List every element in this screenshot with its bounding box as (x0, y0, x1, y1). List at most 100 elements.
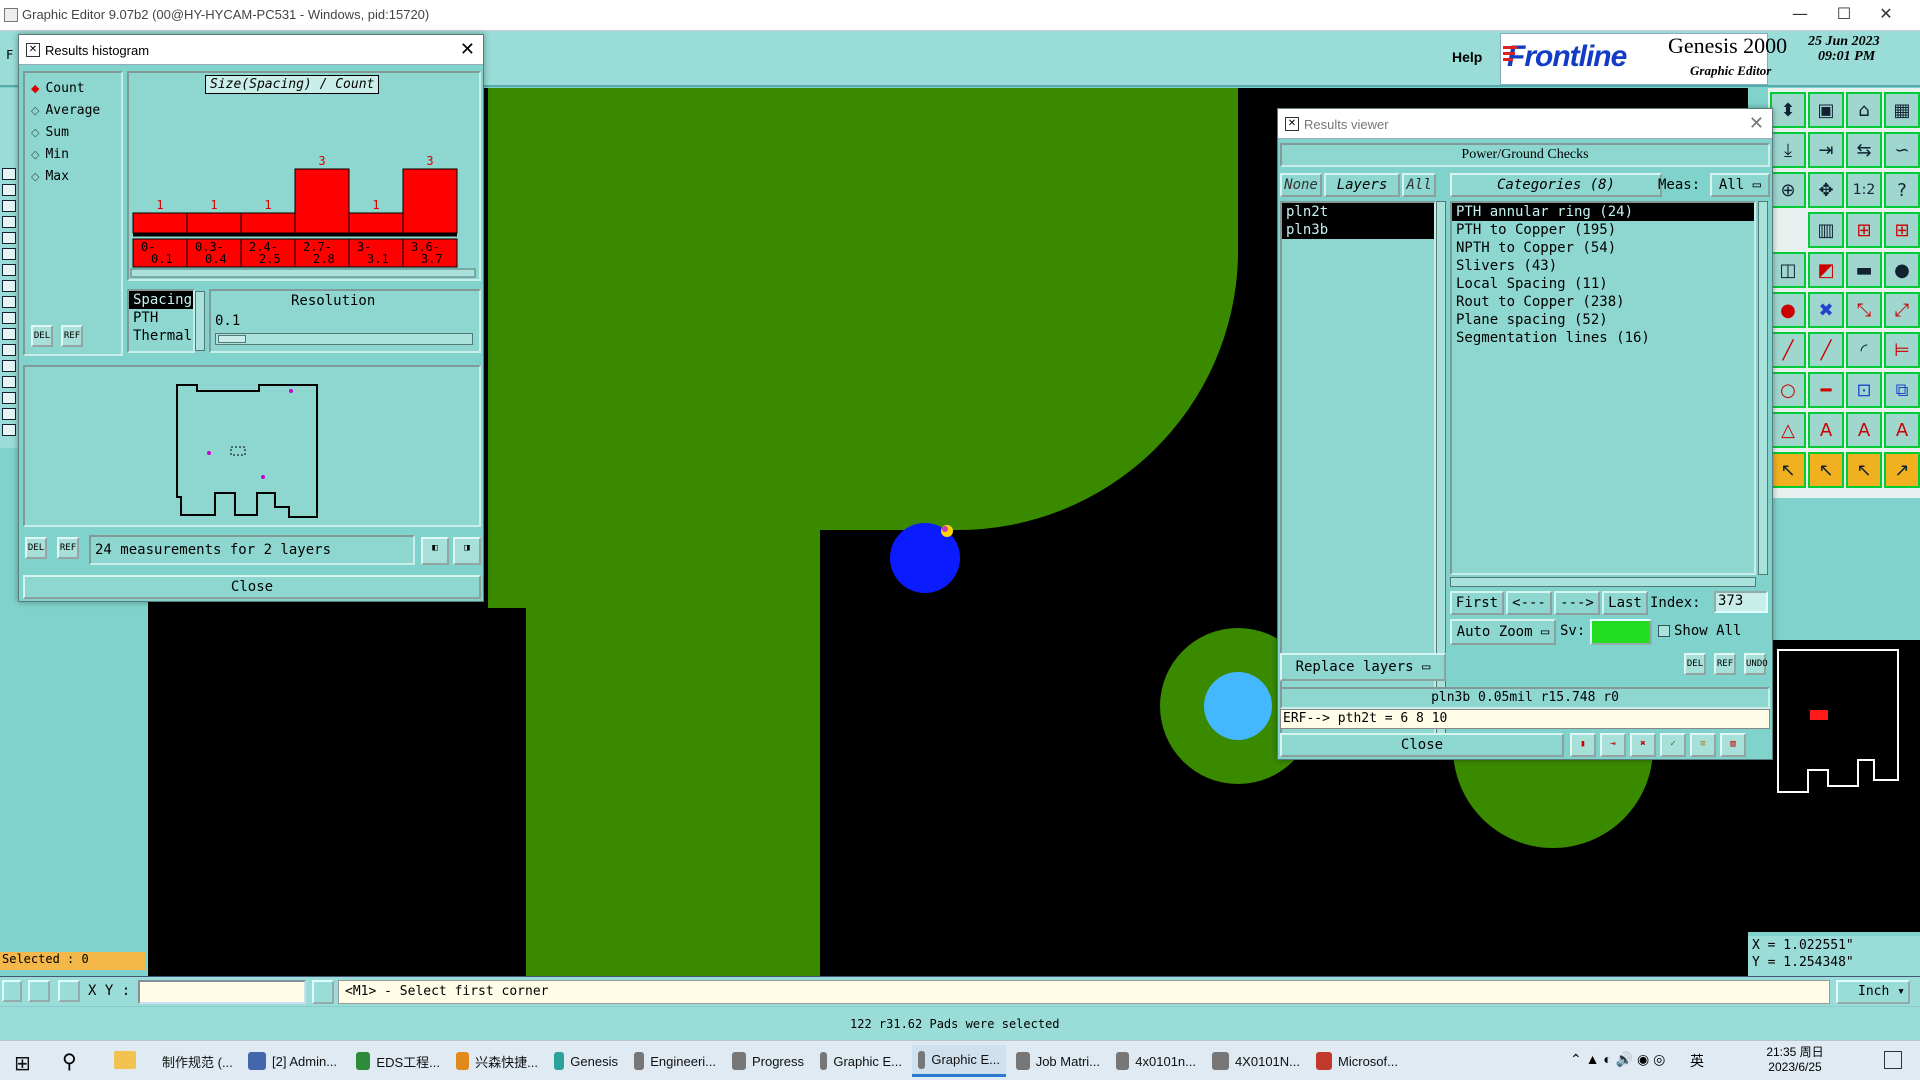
index-input[interactable]: 373 (1714, 591, 1768, 613)
category-hscroll[interactable] (1450, 577, 1756, 587)
taskbar-item[interactable]: 制作规范 (... (150, 1045, 238, 1077)
taskbar-item[interactable]: Microsof... (1310, 1045, 1404, 1077)
tool-icon[interactable]: ↖ (1808, 452, 1844, 488)
tool-button[interactable] (2, 248, 16, 260)
tool-button[interactable] (2, 184, 16, 196)
folder-icon[interactable] (114, 1051, 136, 1069)
histogram-icon[interactable]: ▥ (1720, 733, 1746, 757)
tool-icon[interactable]: ◜ (1846, 332, 1882, 368)
taskbar-item[interactable]: 兴森快捷... (450, 1045, 544, 1077)
close-icon[interactable]: ✕ (460, 39, 475, 60)
board-preview[interactable] (23, 365, 481, 527)
tool-button[interactable] (2, 232, 16, 244)
tool-button[interactable] (2, 328, 16, 340)
close-icon[interactable]: ✕ (1749, 113, 1764, 134)
param-list[interactable]: Spacing PTH Thermal (127, 289, 195, 353)
tool-icon[interactable]: ⤢ (1884, 292, 1920, 328)
tool-icon[interactable]: ⊕ (1770, 172, 1806, 208)
tool-button[interactable] (2, 360, 16, 372)
tool-button[interactable] (2, 200, 16, 212)
category-list[interactable]: PTH annular ring (24) PTH to Copper (195)… (1450, 201, 1756, 575)
all-button[interactable]: All (1402, 173, 1436, 197)
category-item[interactable]: PTH to Copper (195) (1452, 221, 1754, 239)
check-icon[interactable]: ✓ (1660, 733, 1686, 757)
stat-option-min[interactable]: ◇ Min (31, 147, 69, 162)
ref-button[interactable]: REF (57, 537, 79, 559)
ime-indicator[interactable]: 英 (1690, 1051, 1704, 1071)
taskbar-item[interactable]: Graphic E... (814, 1045, 908, 1077)
param-scrollbar[interactable] (195, 291, 205, 351)
layer-item[interactable]: pln3b (1282, 221, 1434, 239)
minimize-button[interactable]: — (1780, 4, 1820, 26)
undo-button[interactable]: UNDO (1744, 653, 1768, 675)
histogram-bar[interactable] (240, 212, 296, 234)
histogram-bar[interactable] (348, 212, 404, 234)
param-item[interactable]: PTH (129, 309, 193, 327)
prev-button[interactable]: <--- (1506, 591, 1552, 615)
measure-icon[interactable] (28, 980, 50, 1002)
tool-button[interactable] (2, 344, 16, 356)
taskbar-item[interactable]: Progress (726, 1045, 810, 1077)
del-button[interactable]: DEL (25, 537, 47, 559)
tool-icon[interactable]: ◫ (1770, 252, 1806, 288)
tool-icon[interactable]: A (1808, 412, 1844, 448)
tool-icon[interactable]: ✖ (1808, 292, 1844, 328)
category-item[interactable]: Slivers (43) (1452, 257, 1754, 275)
taskbar-item[interactable]: EDS工程... (350, 1045, 446, 1077)
input-toggle-icon[interactable] (312, 980, 334, 1004)
sv-color-select[interactable] (1590, 619, 1652, 645)
category-item[interactable]: Rout to Copper (238) (1452, 293, 1754, 311)
tool-button[interactable] (2, 168, 16, 180)
ref-button[interactable]: REF (61, 325, 83, 347)
tool-icon[interactable]: △ (1770, 412, 1806, 448)
notification-icon[interactable] (1884, 1051, 1902, 1069)
taskbar-item[interactable]: [2] Admin... (242, 1045, 346, 1077)
taskbar-item[interactable]: Graphic E... (912, 1045, 1006, 1077)
tool-icon[interactable]: ? (1884, 172, 1920, 208)
tool-icon[interactable]: ✥ (1808, 172, 1844, 208)
layers-button[interactable]: Layers (1324, 173, 1400, 197)
overview-minimap[interactable] (1748, 640, 1920, 932)
stat-option-average[interactable]: ◇ Average (31, 103, 100, 118)
grid-icon[interactable] (58, 980, 80, 1002)
tool-icon[interactable]: ↖ (1770, 452, 1806, 488)
taskbar-item[interactable]: Genesis (548, 1045, 624, 1077)
first-button[interactable]: First (1450, 591, 1504, 615)
category-item[interactable]: NPTH to Copper (54) (1452, 239, 1754, 257)
tool-icon[interactable]: 1:2 (1846, 172, 1882, 208)
tool-icon[interactable]: ⊞ (1846, 212, 1882, 248)
tool-icon[interactable]: ▣ (1808, 92, 1844, 128)
tool-icon[interactable]: ⬍ (1770, 92, 1806, 128)
categories-header[interactable]: Categories (8) (1450, 173, 1662, 197)
help-menu[interactable]: Help (1452, 49, 1482, 65)
graph-icon[interactable]: ▮ (1570, 733, 1596, 757)
tool-button[interactable] (2, 280, 16, 292)
tool-icon[interactable]: ⇆ (1846, 132, 1882, 168)
tool-icon[interactable]: ▦ (1884, 92, 1920, 128)
left-menu-label[interactable]: F (6, 48, 13, 62)
tool-icon[interactable]: ○ (1770, 372, 1806, 408)
stat-option-max[interactable]: ◇ Max (31, 169, 69, 184)
exit-icon[interactable]: ⇥ (1600, 733, 1626, 757)
clock[interactable]: 21:35 周日 2023/6/25 (1760, 1043, 1830, 1074)
param-item[interactable]: Thermal (129, 327, 193, 345)
category-scrollbar[interactable] (1758, 201, 1768, 575)
next-button[interactable]: ---> (1554, 591, 1600, 615)
snap-icon[interactable] (2, 980, 22, 1002)
tool-icon[interactable]: ▬ (1846, 252, 1882, 288)
meas-select[interactable]: All ▭ (1710, 173, 1770, 197)
autozoom-select[interactable]: Auto Zoom ▭ (1450, 619, 1556, 645)
param-item[interactable]: Spacing (129, 291, 193, 309)
del-button[interactable]: DEL (1684, 653, 1706, 675)
tool-icon[interactable]: ▥ (1808, 212, 1844, 248)
tool-icon[interactable]: ⤡ (1846, 292, 1882, 328)
tool-icon[interactable]: ↗ (1884, 452, 1920, 488)
tool-icon[interactable]: ⌂ (1846, 92, 1882, 128)
last-button[interactable]: Last (1602, 591, 1648, 615)
close-window-button[interactable]: ✕ (1866, 4, 1906, 26)
stat-option-count[interactable]: ◆ Count (31, 81, 85, 96)
taskbar-item[interactable]: 4x0101n... (1110, 1045, 1202, 1077)
resolution-slider[interactable] (215, 333, 473, 345)
tool-icon[interactable]: ╱ (1808, 332, 1844, 368)
units-select[interactable]: Inch ▾ (1836, 980, 1910, 1004)
